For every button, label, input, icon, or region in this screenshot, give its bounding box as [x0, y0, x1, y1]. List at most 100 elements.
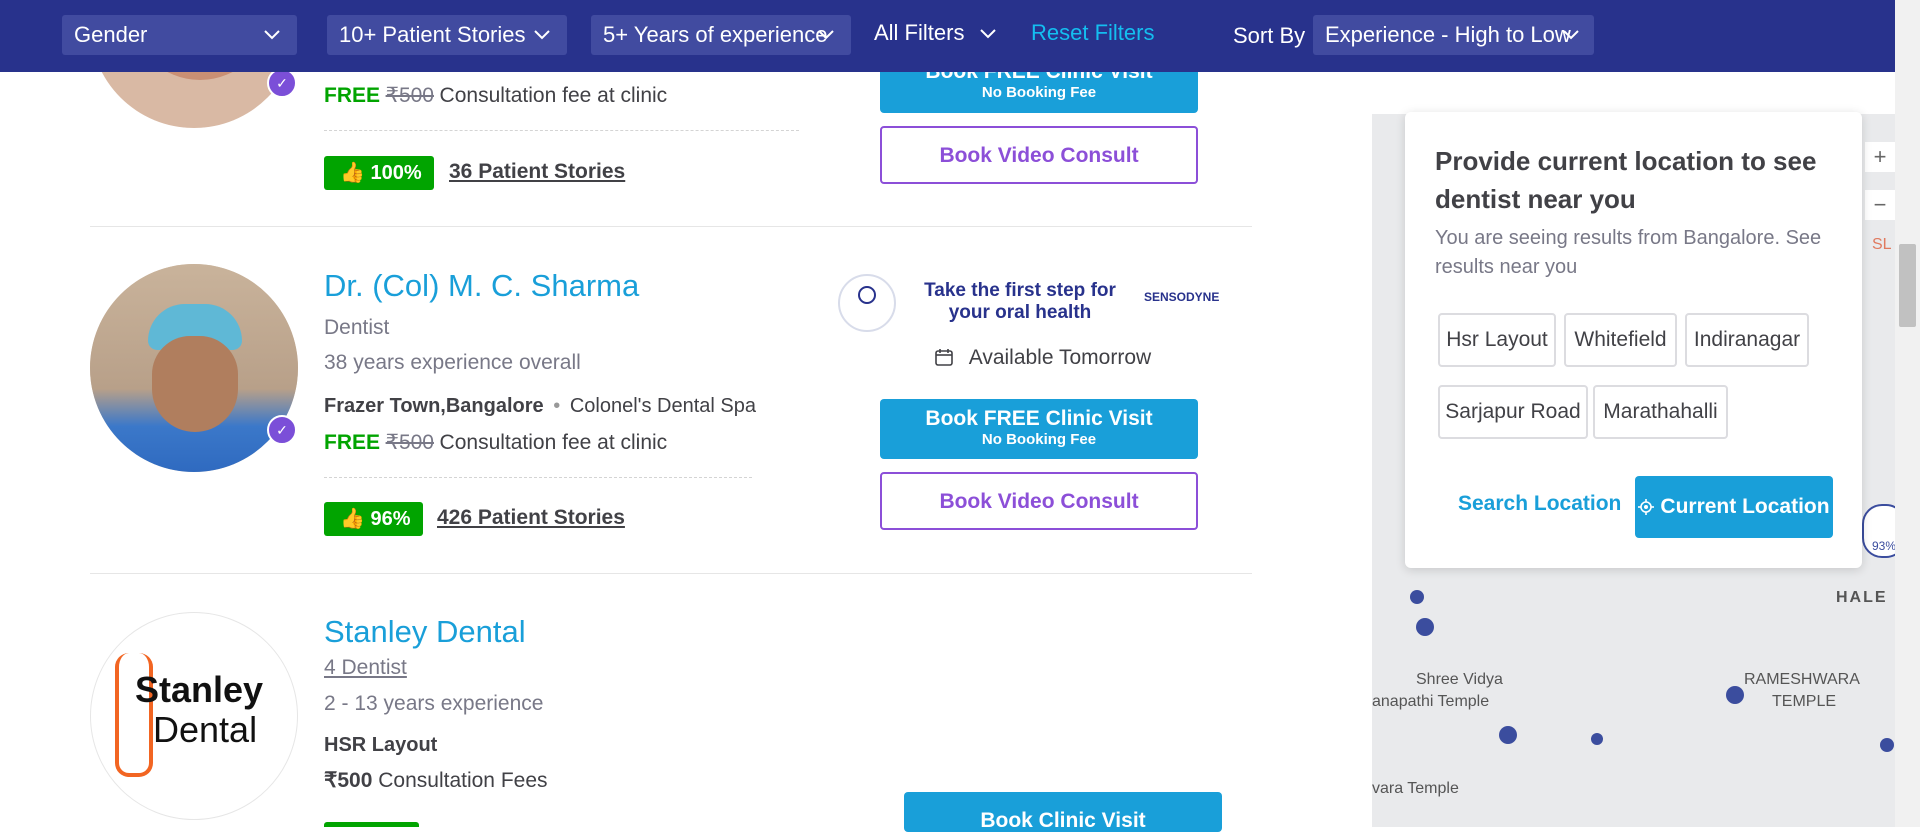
patient-stories-filter-label: 10+ Patient Stories [339, 22, 526, 47]
free-label: FREE [324, 431, 381, 454]
patient-stories-link[interactable]: 426 Patient Stories [437, 506, 625, 530]
map-pin[interactable] [1416, 618, 1434, 636]
divider [324, 477, 752, 478]
sponsor-brand: SENSODYNE [1144, 290, 1220, 304]
rating-badge [324, 822, 419, 827]
divider [90, 573, 1252, 574]
all-filters-label: All Filters [874, 20, 965, 45]
promo-text: Take the first step for your oral health [924, 280, 1116, 323]
button-label: Book FREE Clinic Visit [925, 407, 1153, 430]
dentist-count-link[interactable]: 4 Dentist [324, 656, 407, 680]
fee-text: Consultation Fees [378, 769, 548, 792]
location-row: Frazer Town,Bangalore • Colonel's Dental… [324, 395, 756, 417]
free-label: FREE [324, 84, 381, 107]
old-fee: ₹500 [385, 431, 434, 454]
sort-by-dropdown[interactable]: Experience - High to Low [1313, 15, 1594, 55]
logo-line1: Stanley [135, 669, 264, 710]
zoom-out-button[interactable]: − [1865, 190, 1895, 220]
logo-line2: Dental [153, 709, 258, 750]
map-pin[interactable] [1726, 686, 1744, 704]
search-location-link[interactable]: Search Location [1458, 492, 1621, 516]
chevron-down-icon [534, 30, 550, 40]
map-pin[interactable] [1410, 590, 1424, 604]
map-label: Shree Vidya [1416, 671, 1503, 688]
book-clinic-visit-button[interactable]: Book Clinic Visit [904, 792, 1222, 832]
experience-filter-label: 5+ Years of experience [603, 22, 828, 47]
experience-filter-dropdown[interactable]: 5+ Years of experience [591, 15, 851, 55]
gender-filter-label: Gender [74, 22, 148, 47]
all-filters-dropdown[interactable]: All Filters [874, 13, 997, 53]
book-video-consult-button[interactable]: Book Video Consult [880, 126, 1198, 184]
map-pin[interactable] [1499, 726, 1517, 744]
chevron-down-icon [818, 30, 834, 40]
map-label: anapathi Temple [1372, 693, 1490, 710]
fee: ₹500 [324, 769, 373, 792]
patient-stories-link[interactable]: 36 Patient Stories [449, 160, 625, 184]
location: HSR Layout [324, 734, 438, 756]
popup-subtitle: You are seeing results from Bangalore. S… [1435, 227, 1822, 278]
clinic-name[interactable]: Colonel's Dental Spa [570, 395, 756, 417]
scrollbar-thumb[interactable] [1899, 244, 1916, 327]
fee-text: Consultation fee at clinic [439, 431, 668, 454]
oral-health-day-badge-icon [838, 274, 896, 332]
map-marker[interactable]: 93% [1862, 504, 1895, 558]
button-sublabel: No Booking Fee [981, 431, 1097, 448]
verified-badge-icon: ✓ [267, 68, 297, 98]
book-video-consult-button[interactable]: Book Video Consult [880, 472, 1198, 530]
rating-value: 100% [370, 162, 422, 184]
location-popup: Provide current location to see dentist … [1405, 112, 1862, 568]
button-sublabel: No Booking Fee [981, 84, 1097, 101]
location-chip-hsr-layout[interactable]: Hsr Layout [1438, 313, 1556, 367]
thumbs-up-icon: 👍 [340, 508, 365, 530]
popup-title: Provide current location to see dentist … [1435, 146, 1817, 214]
chevron-down-icon [264, 30, 280, 40]
sponsor-logo: SENSODYNE [1144, 290, 1219, 304]
divider [324, 130, 799, 131]
patient-stories-filter-dropdown[interactable]: 10+ Patient Stories [327, 15, 567, 55]
reset-filters-link[interactable]: Reset Filters [1031, 13, 1154, 53]
location-chip-sarjapur-road[interactable]: Sarjapur Road [1438, 385, 1588, 439]
clinic-logo[interactable]: Stanley Dental [90, 612, 298, 820]
gender-filter-dropdown[interactable]: Gender [62, 15, 297, 55]
clinic-name-link[interactable]: Stanley Dental [324, 614, 526, 650]
fee-text: Consultation fee at clinic [439, 84, 668, 107]
map-label: HALE [1836, 589, 1888, 606]
experience: 2 - 13 years experience [324, 692, 544, 715]
fee-row: FREE ₹500 Consultation fee at clinic [324, 430, 667, 455]
map-marker-label: 93% [1871, 539, 1895, 553]
location-chip-whitefield[interactable]: Whitefield [1564, 313, 1677, 367]
sort-by-label: Sort By [1233, 23, 1306, 48]
crosshair-icon [1638, 499, 1655, 515]
experience: 38 years experience overall [324, 351, 581, 374]
location[interactable]: Frazer Town,Bangalore [324, 395, 544, 417]
rating-value: 96% [370, 508, 411, 530]
filter-bar: Gender 10+ Patient Stories 5+ Years of e… [0, 0, 1895, 72]
map-label: SL [1872, 236, 1892, 253]
map-pin[interactable] [1880, 738, 1894, 752]
zoom-in-button[interactable]: + [1865, 142, 1895, 172]
map-label: RAMESHWARA [1744, 671, 1860, 688]
thumbs-up-icon: 👍 [340, 162, 365, 184]
availability-text: Available Tomorrow [968, 346, 1152, 369]
book-clinic-visit-button[interactable]: Book FREE Clinic Visit No Booking Fee [880, 399, 1198, 459]
rating-badge: 👍 100% [324, 156, 434, 190]
specialty: Dentist [324, 316, 390, 339]
current-location-button[interactable]: Current Location [1635, 476, 1833, 538]
map-pin[interactable] [1591, 733, 1603, 745]
doctor-avatar[interactable] [90, 264, 298, 472]
doctor-name-link[interactable]: Dr. (Col) M. C. Sharma [324, 268, 639, 304]
fee-row: FREE ₹500 Consultation fee at clinic [324, 83, 667, 108]
sort-by-value: Experience - High to Low [1325, 22, 1571, 47]
rating-badge: 👍 96% [324, 502, 423, 536]
map-label: TEMPLE [1772, 693, 1837, 710]
location-chip-marathahalli[interactable]: Marathahalli [1593, 385, 1728, 439]
divider [90, 226, 1252, 227]
calendar-icon [935, 349, 953, 366]
chevron-down-icon [1563, 30, 1579, 40]
location-chip-indiranagar[interactable]: Indiranagar [1685, 313, 1809, 367]
chevron-down-icon [979, 29, 996, 39]
verified-badge-icon: ✓ [267, 415, 297, 445]
page-scrollbar[interactable] [1895, 0, 1920, 827]
current-location-label: Current Location [1660, 495, 1830, 518]
fee-row: ₹500 Consultation Fees [324, 768, 548, 793]
